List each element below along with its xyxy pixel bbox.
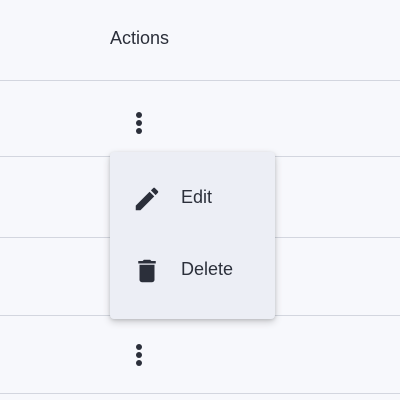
more-vertical-icon	[136, 344, 142, 366]
table-row	[0, 316, 400, 394]
menu-item-delete[interactable]: Delete	[110, 241, 275, 301]
row-actions-button[interactable]	[128, 108, 150, 138]
menu-item-label: Edit	[181, 187, 213, 207]
table-row	[0, 81, 400, 157]
row-actions-button[interactable]	[128, 340, 150, 370]
row-actions-menu: Edit Delete	[110, 152, 275, 319]
pencil-icon	[135, 187, 159, 211]
trash-icon	[138, 259, 156, 283]
more-vertical-icon	[136, 112, 142, 134]
table-header-row: Actions	[0, 0, 400, 81]
actions-column-header: Actions	[110, 28, 170, 48]
menu-item-edit[interactable]: Edit	[110, 169, 275, 229]
menu-item-label: Delete	[181, 259, 234, 279]
